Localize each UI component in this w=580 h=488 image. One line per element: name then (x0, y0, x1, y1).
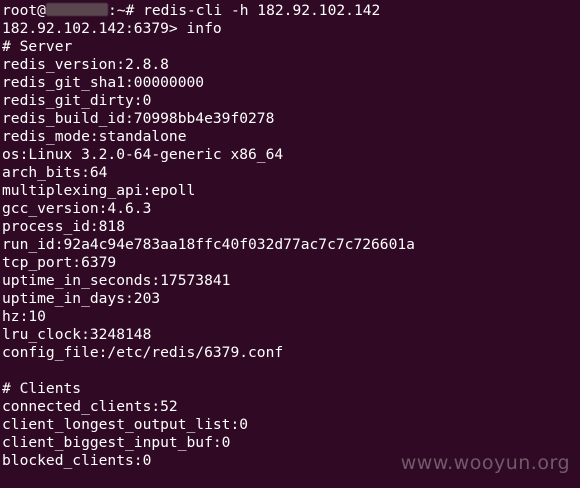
terminal-output: # Server redis_version:2.8.8 redis_git_sha… (2, 38, 580, 470)
prompt-command: :~# redis-cli -h 182.92.102.142 (107, 2, 381, 19)
output-line: arch_bits:64 (2, 164, 108, 181)
output-line: tcp_port:6379 (2, 254, 117, 271)
output-line: lru_clock:3248148 (2, 326, 152, 343)
output-line: redis_build_id:70998bb4e39f0278 (2, 110, 275, 127)
output-line: client_longest_output_list:0 (2, 416, 249, 433)
output-line: # Server (2, 38, 73, 55)
output-line: # Clients (2, 380, 82, 397)
output-line: redis_git_sha1:00000000 (2, 74, 205, 91)
output-line: os:Linux 3.2.0-64-generic x86_64 (2, 146, 284, 163)
output-line: client_biggest_input_buf:0 (2, 434, 231, 451)
terminal-window[interactable]: root@ :~# redis-cli -h 182.92.102.142 182… (0, 0, 580, 488)
output-line: process_id:818 (2, 218, 126, 235)
output-line: uptime_in_days:203 (2, 290, 161, 307)
output-line: uptime_in_seconds:17573841 (2, 272, 231, 289)
output-line: redis_version:2.8.8 (2, 56, 169, 73)
prompt-line-command: root@ :~# redis-cli -h 182.92.102.142 (2, 2, 580, 20)
output-line: hz:10 (2, 308, 46, 325)
prompt-user: root@ (2, 2, 46, 19)
output-line: run_id:92a4c94e783aa18ffc40f032d77ac7c7c… (2, 236, 415, 253)
watermark: www.wooyun.org (400, 452, 570, 474)
output-line: redis_git_dirty:0 (2, 92, 152, 109)
output-line: connected_clients:52 (2, 398, 178, 415)
redacted-hostname (45, 3, 108, 16)
output-line: redis_mode:standalone (2, 128, 187, 145)
output-line: config_file:/etc/redis/6379.conf (2, 344, 284, 361)
output-line: multiplexing_api:epoll (2, 182, 196, 199)
output-line: gcc_version:4.6.3 (2, 200, 152, 217)
prompt-line-redis: 182.92.102.142:6379> info (2, 20, 222, 37)
